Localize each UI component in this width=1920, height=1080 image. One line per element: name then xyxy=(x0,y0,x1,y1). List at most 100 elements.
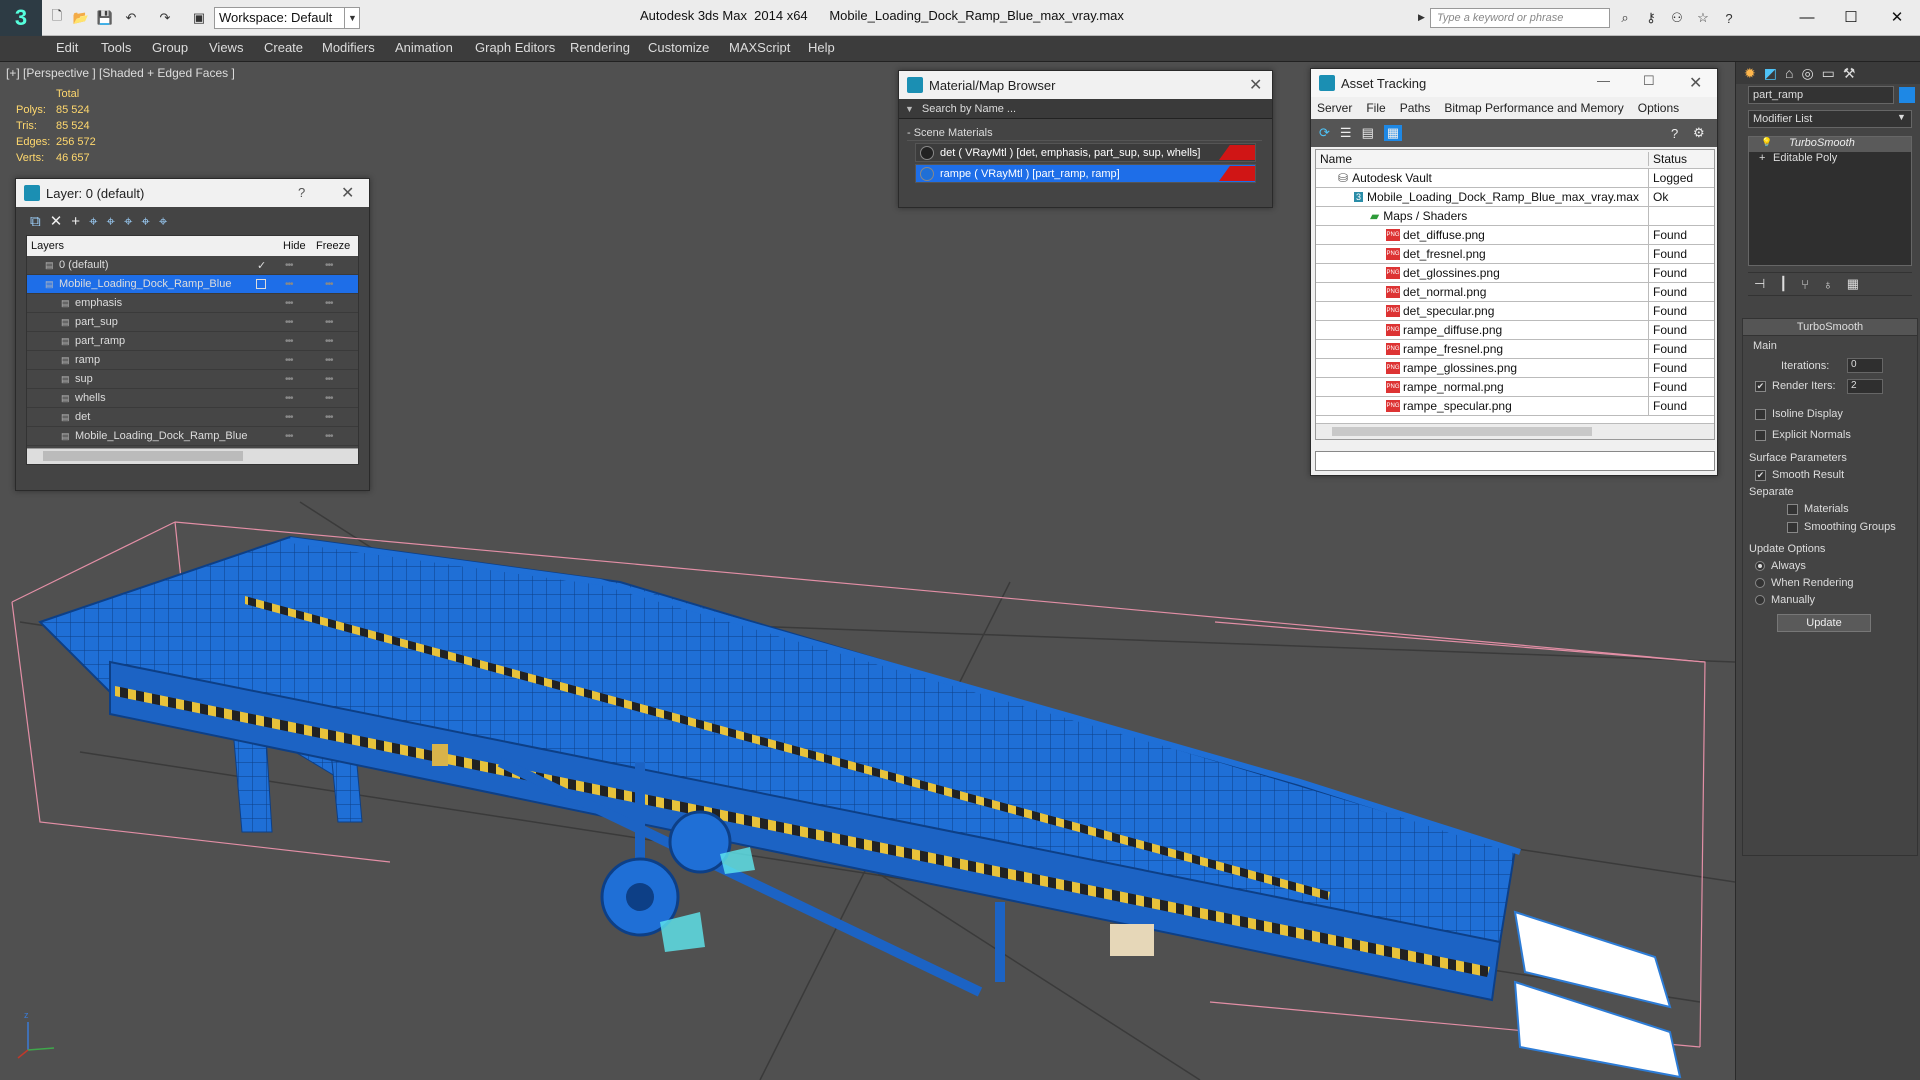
asset-menu-file[interactable]: File xyxy=(1366,101,1385,115)
menu-animation[interactable]: Animation xyxy=(395,40,453,55)
manually-option[interactable]: Manually xyxy=(1755,594,1815,606)
create-tab-icon[interactable]: ✹ xyxy=(1744,65,1756,82)
list-view-icon[interactable]: ☰ xyxy=(1340,125,1352,141)
materials-option[interactable]: Materials xyxy=(1787,503,1849,515)
asset-row[interactable]: PNG rampe_diffuse.png Found xyxy=(1316,320,1714,340)
update-button[interactable]: Update xyxy=(1777,614,1871,632)
smooth-result-checkbox[interactable]: ✔ xyxy=(1755,469,1766,481)
render-iters-spinner[interactable]: 2 xyxy=(1847,379,1883,394)
hide-all-icon[interactable]: ⌖ xyxy=(141,213,149,230)
column-name[interactable]: Name xyxy=(1320,152,1352,166)
horizontal-scrollbar[interactable] xyxy=(1316,423,1714,439)
stack-item-turbosmooth[interactable]: 💡 TurboSmooth xyxy=(1749,137,1911,152)
close-icon[interactable]: ✕ xyxy=(1249,75,1262,95)
asset-row[interactable]: PNG det_normal.png Found xyxy=(1316,282,1714,302)
when-rendering-radio[interactable] xyxy=(1755,578,1765,588)
table-view-icon[interactable]: ▦ xyxy=(1383,125,1403,141)
explicit-normals-checkbox[interactable] xyxy=(1755,429,1766,441)
smoothing-groups-checkbox[interactable] xyxy=(1787,521,1798,533)
menu-graph-editors[interactable]: Graph Editors xyxy=(475,40,555,55)
column-freeze[interactable]: Freeze xyxy=(316,240,350,252)
always-radio[interactable] xyxy=(1755,561,1765,571)
column-layers[interactable]: Layers xyxy=(31,240,64,252)
layer-row[interactable]: ▤ whells ••• ••• xyxy=(27,389,358,408)
menu-create[interactable]: Create xyxy=(264,40,303,55)
open-file-icon[interactable]: 📂 xyxy=(72,9,90,27)
bulb-icon[interactable]: 💡 xyxy=(1761,137,1772,148)
freeze-toggle[interactable]: ••• xyxy=(325,260,333,271)
minimize-button[interactable]: — xyxy=(1784,4,1830,30)
asset-path-field[interactable] xyxy=(1315,451,1715,471)
show-end-result-icon[interactable]: ┃ xyxy=(1779,276,1787,292)
add-to-layer-box-icon[interactable] xyxy=(256,279,266,289)
scene-materials-header[interactable]: - Scene Materials xyxy=(907,125,1262,141)
menu-rendering[interactable]: Rendering xyxy=(570,40,630,55)
layer-row[interactable]: ▤ sup ••• ••• xyxy=(27,370,358,389)
layer-row[interactable]: ▤ ramp ••• ••• xyxy=(27,351,358,370)
minimize-icon[interactable]: — xyxy=(1597,73,1610,88)
materials-checkbox[interactable] xyxy=(1787,503,1798,515)
close-icon[interactable]: ✕ xyxy=(341,183,354,203)
freeze-toggle[interactable]: ••• xyxy=(325,374,333,385)
app-logo-icon[interactable]: 3 xyxy=(0,0,42,36)
menu-tools[interactable]: Tools xyxy=(101,40,131,55)
delete-layer-icon[interactable]: ✕ xyxy=(50,212,63,230)
menu-group[interactable]: Group xyxy=(152,40,188,55)
material-item[interactable]: det ( VRayMtl ) [det, emphasis, part_sup… xyxy=(915,143,1256,162)
asset-row[interactable]: PNG det_glossines.png Found xyxy=(1316,263,1714,283)
search-input[interactable]: Type a keyword or phrase xyxy=(1430,8,1610,28)
current-layer-check-icon[interactable]: ✓ xyxy=(257,259,266,272)
column-status[interactable]: Status xyxy=(1648,152,1687,166)
detail-view-icon[interactable]: ▤ xyxy=(1362,125,1374,141)
redo-icon[interactable]: ↷ xyxy=(156,9,174,27)
freeze-toggle[interactable]: ••• xyxy=(325,355,333,366)
render-iters-option[interactable]: ✔ Render Iters: xyxy=(1755,380,1836,392)
horizontal-scrollbar[interactable] xyxy=(27,448,358,464)
select-objects-icon[interactable]: ⌖ xyxy=(89,213,97,230)
undo-icon[interactable]: ↶ xyxy=(122,9,140,27)
asset-row[interactable]: 3 Mobile_Loading_Dock_Ramp_Blue_max_vray.… xyxy=(1316,187,1714,207)
layer-row[interactable]: ▤ Mobile_Loading_Dock_Ramp_Blue ••• ••• xyxy=(27,275,358,294)
object-name-field[interactable]: part_ramp xyxy=(1748,86,1894,104)
hide-toggle[interactable]: ••• xyxy=(285,317,293,328)
maximize-button[interactable]: ☐ xyxy=(1828,4,1874,30)
freeze-toggle[interactable]: ••• xyxy=(325,393,333,404)
add-to-layer-icon[interactable]: + xyxy=(71,213,80,230)
help-icon[interactable]: ? xyxy=(1720,9,1738,27)
manually-radio[interactable] xyxy=(1755,595,1765,605)
select-layer-icon[interactable]: ⌖ xyxy=(107,213,115,230)
isoline-option[interactable]: Isoline Display xyxy=(1755,408,1843,420)
render-iters-checkbox[interactable]: ✔ xyxy=(1755,380,1766,392)
hide-toggle[interactable]: ••• xyxy=(285,393,293,404)
always-option[interactable]: Always xyxy=(1755,560,1806,572)
workspace-dropdown[interactable]: Workspace: Default xyxy=(214,7,360,29)
asset-tracking-titlebar[interactable]: Asset Tracking — ☐ ✕ xyxy=(1311,69,1717,97)
modify-tab-icon[interactable]: ◩ xyxy=(1764,65,1777,82)
material-search-input[interactable]: Search by Name ... xyxy=(922,103,1016,115)
layer-row[interactable]: ▤ part_sup ••• ••• xyxy=(27,313,358,332)
project-folder-icon[interactable]: ▣ xyxy=(190,9,208,27)
explicit-normals-option[interactable]: Explicit Normals xyxy=(1755,429,1851,441)
hide-toggle[interactable]: ••• xyxy=(285,260,293,271)
chevron-down-icon[interactable]: ▼ xyxy=(1897,112,1906,122)
chevron-right-icon[interactable]: ▶ xyxy=(1418,12,1425,23)
asset-row[interactable]: PNG rampe_normal.png Found xyxy=(1316,377,1714,397)
hide-toggle[interactable]: ••• xyxy=(285,412,293,423)
modifier-list-dropdown[interactable]: Modifier List xyxy=(1748,110,1912,128)
asset-row[interactable]: PNG rampe_fresnel.png Found xyxy=(1316,339,1714,359)
help-icon[interactable]: ? xyxy=(298,185,305,200)
asset-row[interactable]: PNG det_specular.png Found xyxy=(1316,301,1714,321)
freeze-toggle[interactable]: ••• xyxy=(325,298,333,309)
refresh-icon[interactable]: ⟳ xyxy=(1319,125,1330,141)
help-icon[interactable]: ? xyxy=(1671,126,1678,141)
scrollbar-thumb[interactable] xyxy=(43,451,243,461)
close-icon[interactable]: ✕ xyxy=(1689,73,1702,93)
column-hide[interactable]: Hide xyxy=(283,240,306,252)
menu-maxscript[interactable]: MAXScript xyxy=(729,40,790,55)
freeze-toggle[interactable]: ••• xyxy=(325,336,333,347)
freeze-toggle[interactable]: ••• xyxy=(325,412,333,423)
new-file-icon[interactable]: 🗋 xyxy=(48,8,66,27)
isoline-checkbox[interactable] xyxy=(1755,408,1766,420)
asset-row[interactable]: PNG rampe_glossines.png Found xyxy=(1316,358,1714,378)
hide-toggle[interactable]: ••• xyxy=(285,431,293,442)
